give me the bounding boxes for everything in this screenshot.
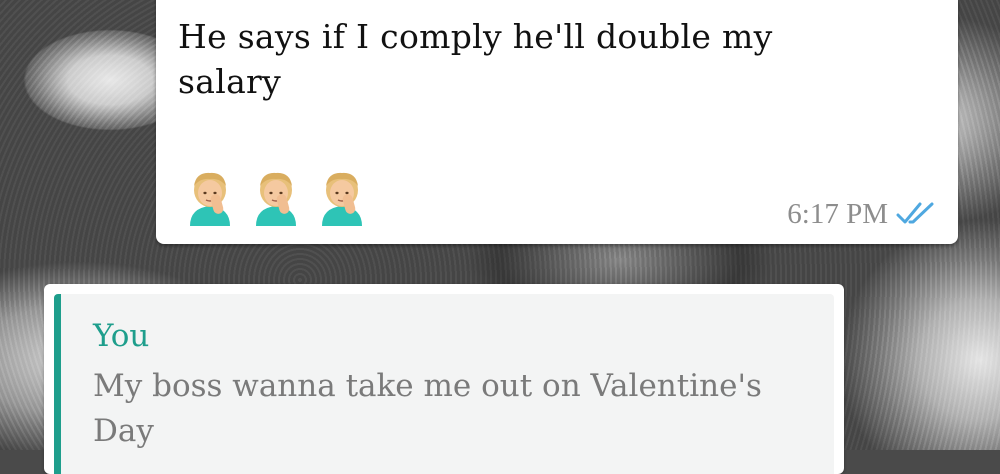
quoted-text: My boss wanna take me out on Valentine's… [93,368,762,449]
outgoing-message-bubble[interactable]: He says if I comply he'll double my sala… [156,0,958,244]
emoji-row [184,170,368,226]
message-text: He says if I comply he'll double my sala… [178,17,773,101]
person-facepalming-emoji [316,170,368,226]
quoted-author: You [93,318,150,354]
person-facepalming-emoji [250,170,302,226]
quoted-reply-card[interactable]: You My boss wanna take me out on Valenti… [44,284,844,474]
message-meta: 6:17 PM [787,198,936,231]
person-facepalming-emoji [184,170,236,226]
message-time: 6:17 PM [787,198,888,230]
quoted-message[interactable]: You My boss wanna take me out on Valenti… [54,294,834,474]
double-check-read-icon [896,200,936,230]
